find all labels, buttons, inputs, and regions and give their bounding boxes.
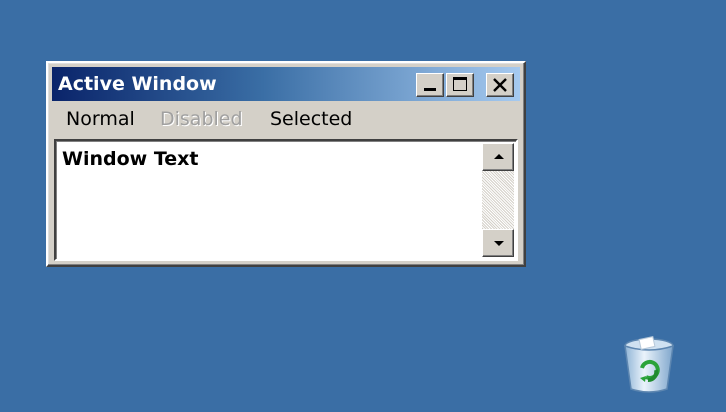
- scroll-up-button[interactable]: [482, 143, 514, 171]
- active-window[interactable]: Active Window Normal Disabled Selected W…: [46, 61, 526, 267]
- close-button[interactable]: [486, 73, 514, 97]
- scroll-down-button[interactable]: [482, 229, 514, 257]
- window-text: Window Text: [62, 148, 199, 170]
- window-title: Active Window: [58, 73, 217, 95]
- menu-item-selected[interactable]: Selected: [270, 107, 352, 131]
- maximize-icon: [453, 77, 467, 91]
- menu-item-normal[interactable]: Normal: [66, 107, 135, 131]
- menu-item-disabled: Disabled: [160, 108, 243, 130]
- maximize-button[interactable]: [446, 73, 474, 97]
- recycle-bin-icon[interactable]: [618, 334, 680, 396]
- desktop: Active Window Normal Disabled Selected W…: [0, 0, 726, 412]
- arrow-up-icon: [494, 154, 504, 159]
- minimize-icon: [424, 88, 436, 91]
- arrow-down-icon: [494, 241, 504, 246]
- menu-bar: Normal Disabled Selected: [52, 105, 520, 133]
- minimize-button[interactable]: [416, 73, 444, 97]
- window-content-area[interactable]: Window Text: [54, 139, 518, 261]
- vertical-scrollbar[interactable]: [482, 143, 514, 257]
- title-bar[interactable]: Active Window: [52, 67, 520, 101]
- close-icon: [493, 78, 507, 92]
